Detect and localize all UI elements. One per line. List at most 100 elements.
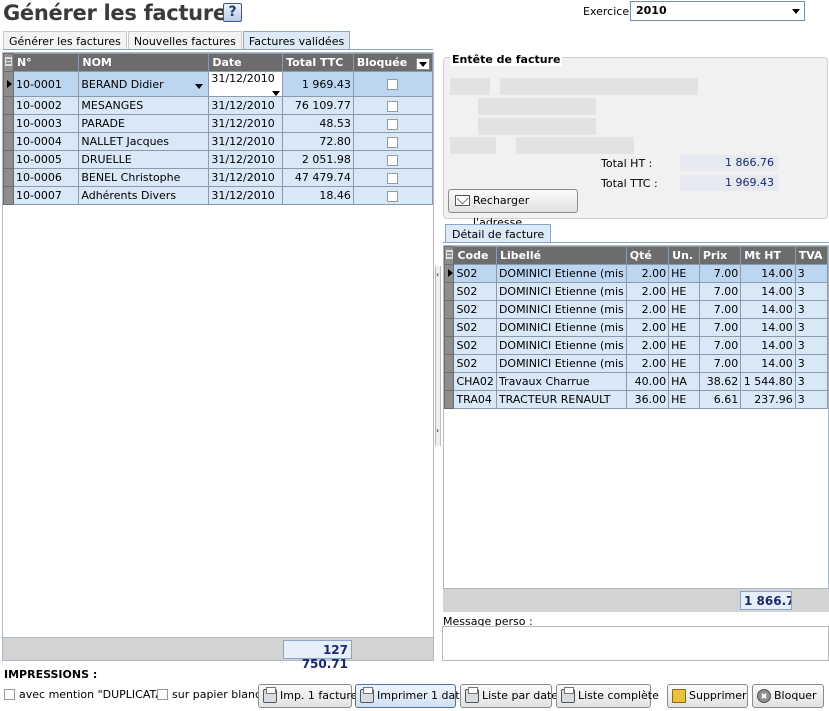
cell-code[interactable]: S02 (453, 300, 497, 319)
cell-unite[interactable]: HE (668, 354, 700, 373)
print-one-date-button[interactable]: Imprimer 1 date (355, 684, 466, 708)
cell-prix[interactable]: 7.00 (698, 336, 742, 355)
cell-date[interactable]: 31/12/2010 (208, 150, 284, 169)
table-row[interactable]: CHA02 Travaux Charrue 40.00 HA 38.62 1 544.80… (443, 372, 829, 391)
table-row[interactable]: 10-0007 Adhérents Divers 31/12/2010 18.46 (3, 186, 434, 205)
chevron-left-icon[interactable]: ‹ (436, 270, 439, 279)
cell-total[interactable]: 72.80 (282, 132, 354, 151)
message-input[interactable] (442, 626, 829, 661)
cell-prix[interactable]: 6.61 (698, 390, 742, 409)
cell-libelle[interactable]: DOMINICI Etienne (mis (495, 264, 627, 283)
block-button[interactable]: Bloquer (752, 684, 824, 708)
cell-prix[interactable]: 38.62 (698, 372, 742, 391)
bloquee-checkbox[interactable] (387, 172, 399, 184)
cell-bloquee[interactable] (352, 71, 434, 97)
cell-qte[interactable]: 36.00 (625, 390, 670, 409)
cell-mtht[interactable]: 14.00 (740, 336, 796, 355)
row-indicator[interactable] (3, 114, 14, 133)
papier-option[interactable]: sur papier blanc (157, 688, 261, 701)
column-chooser-icon[interactable] (3, 53, 14, 72)
print-one-invoice-button[interactable]: Imp. 1 facture (258, 684, 357, 708)
cell-code[interactable]: S02 (453, 282, 497, 301)
cell-prix[interactable]: 7.00 (698, 354, 742, 373)
row-indicator[interactable] (443, 354, 455, 373)
cell-mtht[interactable]: 14.00 (740, 264, 796, 283)
col-code[interactable]: Code (453, 246, 497, 265)
delete-button[interactable]: Supprimer (667, 684, 748, 708)
table-row[interactable]: TRA04 TRACTEUR RENAULT 36.00 HE 6.61 237.96 3 (443, 390, 829, 409)
row-indicator[interactable] (3, 150, 14, 169)
cell-libelle[interactable]: DOMINICI Etienne (mis (495, 336, 627, 355)
cell-qte[interactable]: 2.00 (625, 336, 670, 355)
col-qte[interactable]: Qté (625, 246, 670, 265)
cell-libelle[interactable]: DOMINICI Etienne (mis (495, 300, 627, 319)
cell-mtht[interactable]: 14.00 (740, 318, 796, 337)
table-row[interactable]: S02 DOMINICI Etienne (mis 2.00 HE 7.00 14.00 3 (443, 264, 829, 283)
list-by-date-button[interactable]: Liste par date (460, 684, 558, 708)
col-total[interactable]: Total TTC (282, 53, 354, 72)
table-row[interactable]: S02 DOMINICI Etienne (mis 2.00 HE 7.00 14.00 3 (443, 354, 829, 373)
cell-qte[interactable]: 2.00 (625, 282, 670, 301)
cell-mtht[interactable]: 237.96 (740, 390, 796, 409)
cell-tva[interactable]: 3 (794, 300, 829, 319)
bloquee-checkbox[interactable] (387, 154, 399, 166)
cell-prix[interactable]: 7.00 (698, 282, 742, 301)
cell-num[interactable]: 10-0002 (12, 96, 80, 115)
cell-code[interactable]: S02 (453, 354, 497, 373)
row-indicator[interactable] (3, 186, 14, 205)
col-tva[interactable]: TVA (794, 246, 829, 265)
bloquee-checkbox[interactable] (387, 118, 399, 130)
chevron-down-icon[interactable] (195, 83, 204, 89)
cell-mtht[interactable]: 14.00 (740, 282, 796, 301)
reload-address-button[interactable]: Recharger l'adresse (448, 189, 578, 229)
cell-num[interactable]: 10-0007 (12, 186, 80, 205)
cell-qte[interactable]: 2.00 (625, 300, 670, 319)
cell-tva[interactable]: 3 (794, 390, 829, 409)
cell-tva[interactable]: 3 (794, 282, 829, 301)
cell-bloquee[interactable] (352, 96, 434, 115)
cell-num[interactable]: 10-0003 (12, 114, 80, 133)
cell-unite[interactable]: HE (668, 318, 700, 337)
cell-tva[interactable]: 3 (794, 318, 829, 337)
cell-prix[interactable]: 7.00 (698, 264, 742, 283)
cell-libelle[interactable]: DOMINICI Etienne (mis (495, 354, 627, 373)
cell-num[interactable]: 10-0004 (12, 132, 80, 151)
table-row[interactable]: S02 DOMINICI Etienne (mis 2.00 HE 7.00 14.00 3 (443, 318, 829, 337)
cell-nom[interactable]: Adhérents Divers (78, 186, 210, 205)
col-prix[interactable]: Prix (698, 246, 742, 265)
row-indicator[interactable] (443, 372, 455, 391)
row-indicator[interactable] (3, 71, 14, 97)
cell-bloquee[interactable] (352, 132, 434, 151)
cell-mtht[interactable]: 1 544.80 (740, 372, 796, 391)
col-unite[interactable]: Un. (668, 246, 700, 265)
cell-qte[interactable]: 2.00 (625, 318, 670, 337)
bloquee-checkbox[interactable] (387, 100, 399, 112)
help-icon[interactable]: ? (223, 3, 242, 22)
table-row[interactable]: 10-0006 BENEL Christophe 31/12/2010 47 479.… (3, 168, 434, 187)
cell-libelle[interactable]: DOMINICI Etienne (mis (495, 318, 627, 337)
tab-nouvelles[interactable]: Nouvelles factures (127, 31, 242, 50)
cell-unite[interactable]: HE (668, 264, 700, 283)
table-row[interactable]: S02 DOMINICI Etienne (mis 2.00 HE 7.00 14.00 3 (443, 300, 829, 319)
cell-tva[interactable]: 3 (794, 264, 829, 283)
cell-unite[interactable]: HE (668, 390, 700, 409)
cell-code[interactable]: S02 (453, 264, 497, 283)
col-bloquee[interactable]: Bloquée (352, 53, 434, 72)
exercice-select[interactable]: 2010 (630, 1, 805, 21)
cell-mtht[interactable]: 14.00 (740, 300, 796, 319)
cell-nom[interactable]: PARADE (78, 114, 210, 133)
papier-checkbox[interactable] (157, 689, 168, 700)
cell-libelle[interactable]: DOMINICI Etienne (mis (495, 282, 627, 301)
cell-bloquee[interactable] (352, 168, 434, 187)
cell-unite[interactable]: HE (668, 300, 700, 319)
col-nom[interactable]: NOM (78, 53, 210, 72)
cell-unite[interactable]: HE (668, 282, 700, 301)
cell-tva[interactable]: 3 (794, 354, 829, 373)
bloquee-checkbox[interactable] (387, 136, 399, 148)
cell-qte[interactable]: 40.00 (625, 372, 670, 391)
table-row[interactable]: 10-0005 DRUELLE 31/12/2010 2 051.98 (3, 150, 434, 169)
cell-code[interactable]: S02 (453, 336, 497, 355)
chevron-down-icon[interactable] (272, 91, 281, 96)
cell-total[interactable]: 2 051.98 (282, 150, 354, 169)
tab-validees[interactable]: Factures validées (242, 31, 351, 50)
